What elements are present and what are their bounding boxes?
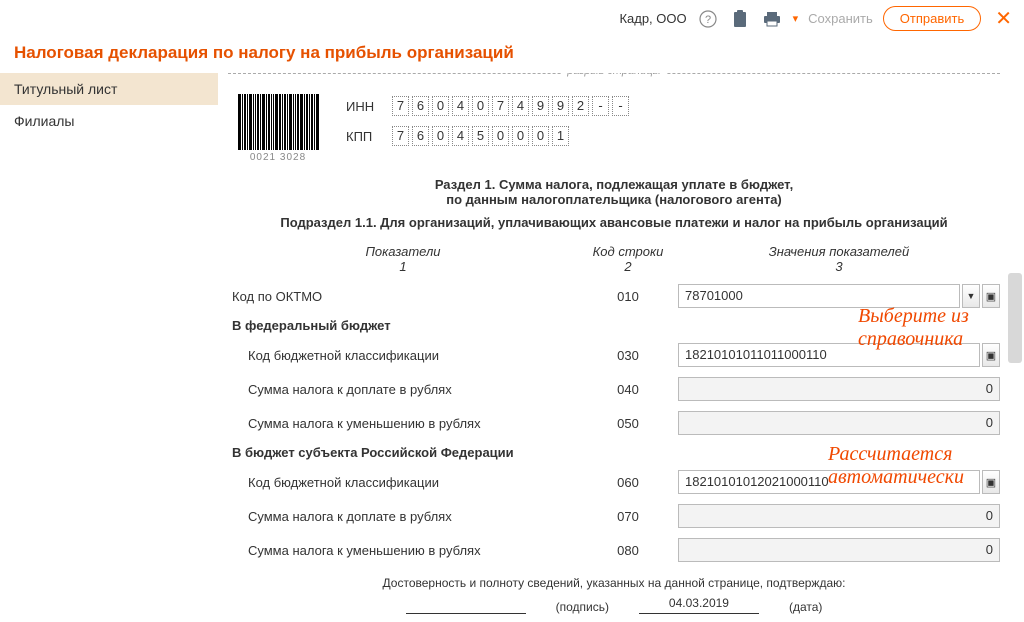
signature-row: (подпись) 04.03.2019 (дата) xyxy=(228,596,1000,614)
subsection-title: Подраздел 1.1. Для организаций, уплачива… xyxy=(228,215,1000,230)
kbk-reg-input[interactable]: 18210101012021000110 xyxy=(678,470,980,494)
kbk-fed-picker-icon[interactable]: ▣ xyxy=(982,343,1000,367)
barcode: 0021 3028 xyxy=(228,90,328,163)
send-button[interactable]: Отправить xyxy=(883,6,981,31)
column-headers: Показатели1 Код строки2 Значения показат… xyxy=(228,244,1000,274)
row-sum-dec-reg: Сумма налога к уменьшению в рублях 080 0 xyxy=(228,538,1000,562)
sum-add-reg-value: 0 xyxy=(678,504,1000,528)
form-content: разрыв страницы 0021 3028 ИНН 7604074992… xyxy=(218,73,1024,622)
kpp-cells: 760450001 xyxy=(392,126,569,146)
sidebar: Титульный лист Филиалы xyxy=(0,73,218,622)
print-icon[interactable] xyxy=(761,8,783,30)
sum-dec-fed-value: 0 xyxy=(678,411,1000,435)
company-name: Кадр, ООО xyxy=(619,11,686,26)
top-toolbar: Кадр, ООО ? ▾ Сохранить Отправить ✕ xyxy=(0,0,1024,37)
oktmo-dropdown-icon[interactable]: ▼ xyxy=(962,284,980,308)
row-kbk-fed: Код бюджетной классификации 030 18210101… xyxy=(228,343,1000,367)
page-title: Налоговая декларация по налогу на прибыл… xyxy=(0,37,1024,73)
footer-confirm: Достоверность и полноту сведений, указан… xyxy=(228,576,1000,590)
row-sum-add-reg: Сумма налога к доплате в рублях 070 0 xyxy=(228,504,1000,528)
clipboard-icon[interactable] xyxy=(729,8,751,30)
page-break-marker: разрыв страницы xyxy=(228,73,1000,86)
row-sum-add-fed: Сумма налога к доплате в рублях 040 0 xyxy=(228,377,1000,401)
row-sum-dec-fed: Сумма налога к уменьшению в рублях 050 0 xyxy=(228,411,1000,435)
inn-label: ИНН xyxy=(346,99,382,114)
section-title: Раздел 1. Сумма налога, подлежащая уплат… xyxy=(228,177,1000,207)
barcode-number: 0021 3028 xyxy=(228,152,328,163)
inn-cells: 7604074992-- xyxy=(392,96,629,116)
row-kbk-reg: Код бюджетной классификации 060 18210101… xyxy=(228,470,1000,494)
chevron-down-icon[interactable]: ▾ xyxy=(793,12,799,25)
close-icon[interactable]: ✕ xyxy=(991,6,1012,31)
date-field[interactable]: 04.03.2019 xyxy=(639,596,759,614)
kbk-fed-input[interactable]: 18210101011011000110 xyxy=(678,343,980,367)
sum-add-fed-value: 0 xyxy=(678,377,1000,401)
oktmo-input[interactable]: 78701000 xyxy=(678,284,960,308)
row-reg-header: В бюджет субъекта Российской Федерации xyxy=(228,445,1000,460)
save-button: Сохранить xyxy=(808,11,873,26)
sum-dec-reg-value: 0 xyxy=(678,538,1000,562)
svg-text:?: ? xyxy=(705,14,711,26)
kpp-label: КПП xyxy=(346,129,382,144)
vertical-scrollbar[interactable] xyxy=(1008,273,1022,363)
oktmo-picker-icon[interactable]: ▣ xyxy=(982,284,1000,308)
row-fed-header: В федеральный бюджет xyxy=(228,318,1000,333)
tab-title-sheet[interactable]: Титульный лист xyxy=(0,73,218,105)
tab-branches[interactable]: Филиалы xyxy=(0,105,218,137)
date-label: (дата) xyxy=(789,600,822,614)
help-icon[interactable]: ? xyxy=(697,8,719,30)
kbk-reg-picker-icon[interactable]: ▣ xyxy=(982,470,1000,494)
row-oktmo: Код по ОКТМО 010 78701000 ▼ ▣ xyxy=(228,284,1000,308)
signature-label: (подпись) xyxy=(556,600,609,614)
signature-field[interactable] xyxy=(406,596,526,614)
